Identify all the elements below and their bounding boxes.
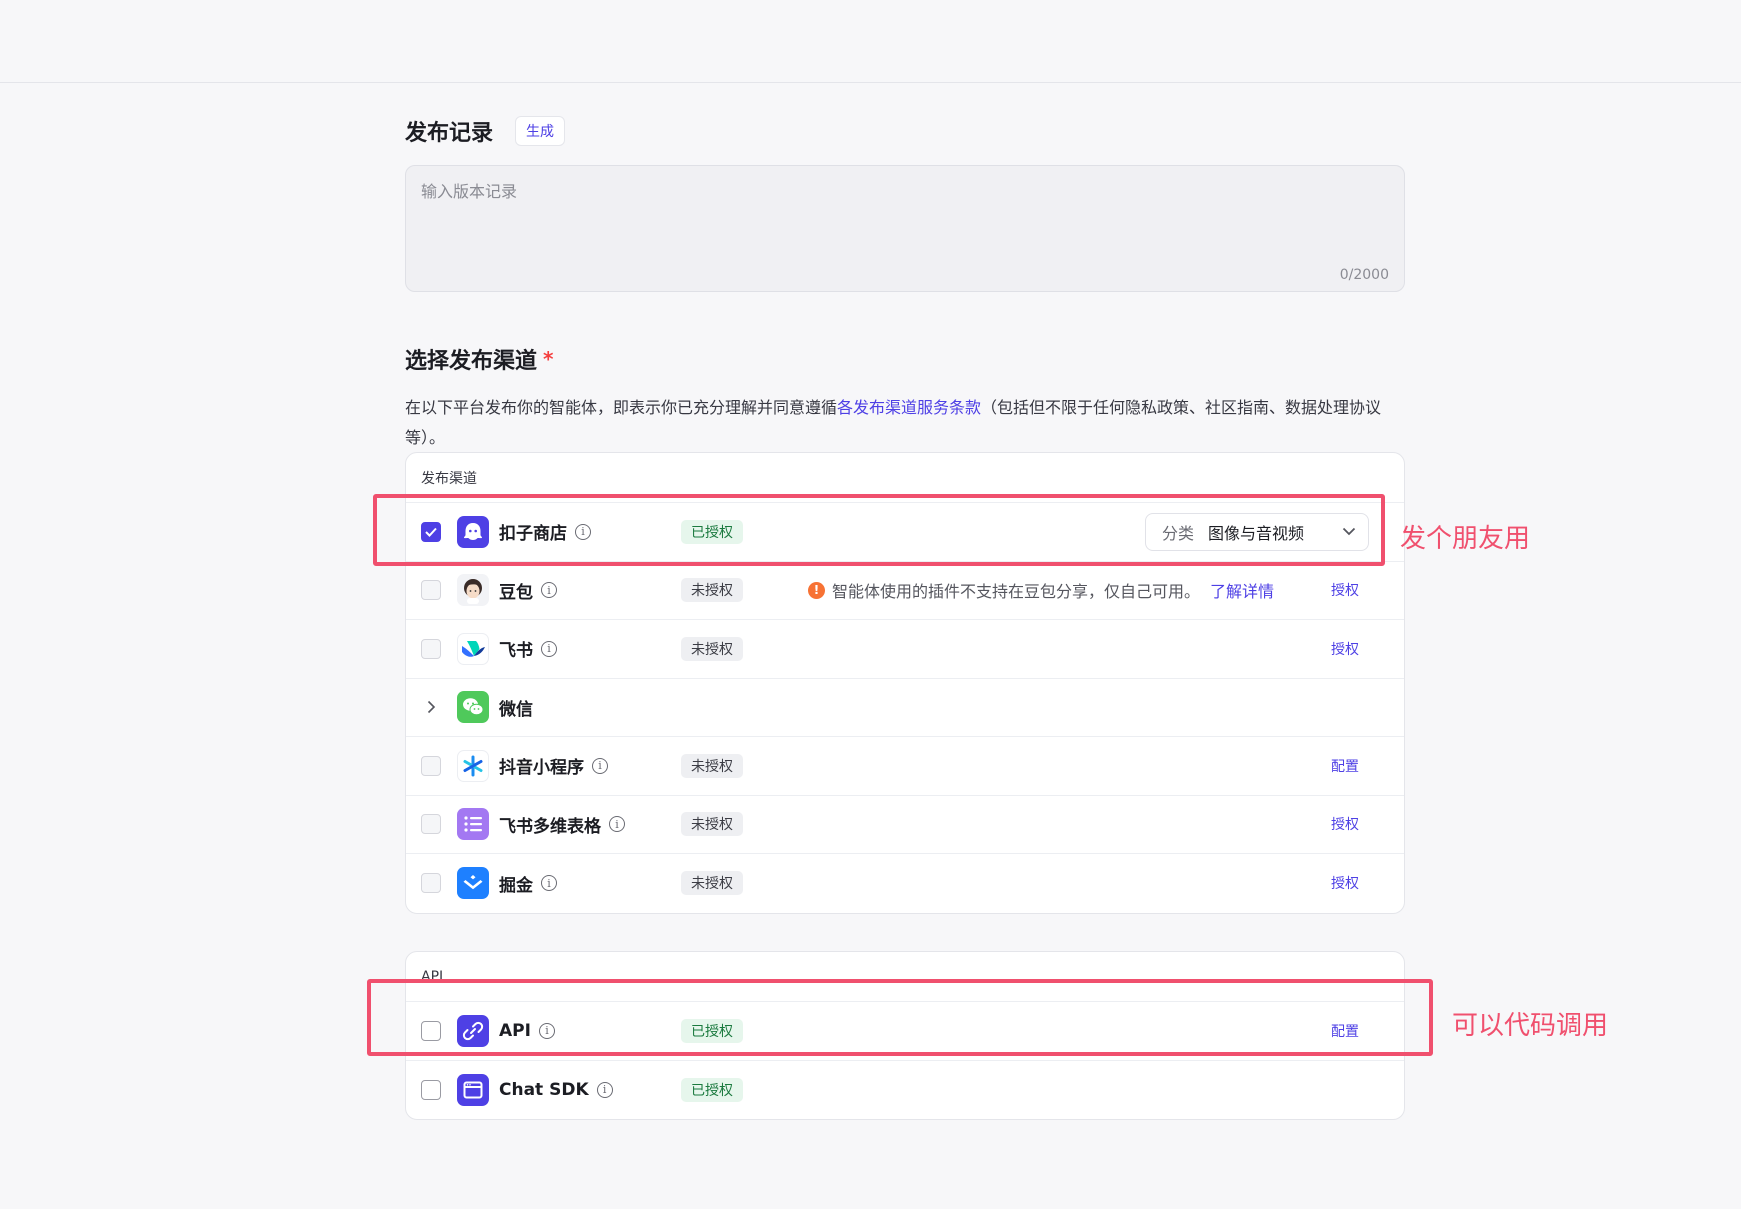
doubao-checkbox[interactable]	[421, 580, 441, 601]
channels-heading: 选择发布渠道 *	[405, 343, 553, 375]
warning-icon: !	[808, 581, 825, 599]
authorize-button[interactable]: 授权	[1331, 873, 1359, 893]
channel-name: 豆包	[499, 582, 533, 603]
generate-button[interactable]: 生成	[515, 116, 566, 146]
desc-text-before: 在以下平台发布你的智能体，即表示你已充分理解并同意遵循	[405, 398, 838, 417]
required-mark: *	[543, 347, 554, 371]
channel-name: 飞书多维表格	[499, 816, 601, 837]
info-icon[interactable]: i	[541, 640, 557, 657]
channel-name: Chat SDK	[499, 1079, 589, 1100]
channel-row-juejin: 掘金 i 未授权 授权	[406, 854, 1404, 913]
channel-row-douyin-miniapp: 抖音小程序 i 未授权 配置	[406, 737, 1404, 796]
annotation-text-coze-store: 发个朋友用	[1400, 524, 1531, 554]
learn-more-link[interactable]: 了解详情	[1210, 578, 1274, 602]
top-bar	[0, 0, 1741, 83]
terms-link[interactable]: 各发布渠道服务条款	[837, 398, 981, 417]
feishu-icon	[457, 632, 489, 665]
status-badge: 未授权	[681, 871, 743, 896]
release-notes-heading: 发布记录 生成	[405, 115, 566, 147]
authorize-button[interactable]: 授权	[1331, 814, 1359, 834]
info-icon[interactable]: i	[541, 875, 557, 892]
douyin-miniapp-icon	[457, 749, 489, 782]
status-badge: 未授权	[681, 636, 743, 661]
info-icon[interactable]: i	[596, 1081, 613, 1098]
annotation-box-api	[367, 979, 1433, 1056]
info-icon[interactable]: i	[609, 816, 625, 833]
chat-sdk-window-icon	[457, 1073, 489, 1106]
release-notes-input[interactable]	[406, 166, 1404, 291]
channel-row-feishu-bitable: 飞书多维表格 i 未授权 授权	[406, 796, 1404, 854]
channel-row-chat-sdk: Chat SDK i 已授权	[406, 1061, 1404, 1120]
channels-description: 在以下平台发布你的智能体，即表示你已充分理解并同意遵循各发布渠道服务条款（包括但…	[405, 393, 1405, 453]
release-notes-field: 0/2000	[405, 165, 1405, 292]
channel-name: 掘金	[499, 875, 533, 896]
authorize-button[interactable]: 授权	[1331, 639, 1359, 659]
char-counter: 0/2000	[1339, 267, 1389, 283]
chevron-right-icon[interactable]	[421, 697, 441, 717]
channel-row-feishu: 飞书 i 未授权 授权	[406, 620, 1404, 679]
info-icon[interactable]: i	[541, 582, 557, 599]
warning-text: 智能体使用的插件不支持在豆包分享，仅自己可用。	[832, 582, 1201, 602]
status-badge: 未授权	[681, 812, 743, 837]
feishu-bitable-icon	[457, 808, 489, 841]
plugin-warning: ! 智能体使用的插件不支持在豆包分享，仅自己可用。 了解详情	[808, 578, 1274, 602]
juejin-icon	[457, 867, 489, 900]
channel-row-doubao: 豆包 i 未授权 ! 智能体使用的插件不支持在豆包分享，仅自己可用。 了解详情 …	[406, 562, 1404, 620]
wechat-icon	[457, 691, 489, 724]
channel-name: 抖音小程序	[499, 758, 584, 779]
channel-name: 飞书	[499, 641, 533, 662]
status-badge: 未授权	[681, 578, 743, 603]
authorize-button[interactable]: 授权	[1331, 580, 1359, 600]
channels-title: 选择发布渠道	[405, 349, 538, 374]
douyin-miniapp-checkbox[interactable]	[421, 755, 441, 776]
feishu-checkbox[interactable]	[421, 638, 441, 659]
configure-button[interactable]: 配置	[1331, 756, 1359, 776]
release-notes-title: 发布记录	[405, 121, 494, 146]
channel-name: 微信	[499, 699, 533, 720]
info-icon[interactable]: i	[592, 757, 608, 774]
channel-row-wechat[interactable]: 微信	[406, 679, 1404, 737]
annotation-text-api: 可以代码调用	[1452, 1011, 1609, 1041]
chat-sdk-checkbox[interactable]	[421, 1079, 441, 1100]
status-badge: 未授权	[681, 753, 743, 778]
annotation-box-coze-store	[373, 494, 1385, 566]
doubao-avatar-icon	[457, 574, 489, 607]
feishu-bitable-checkbox[interactable]	[421, 814, 441, 835]
juejin-checkbox[interactable]	[421, 873, 441, 894]
status-badge: 已授权	[681, 1077, 743, 1102]
